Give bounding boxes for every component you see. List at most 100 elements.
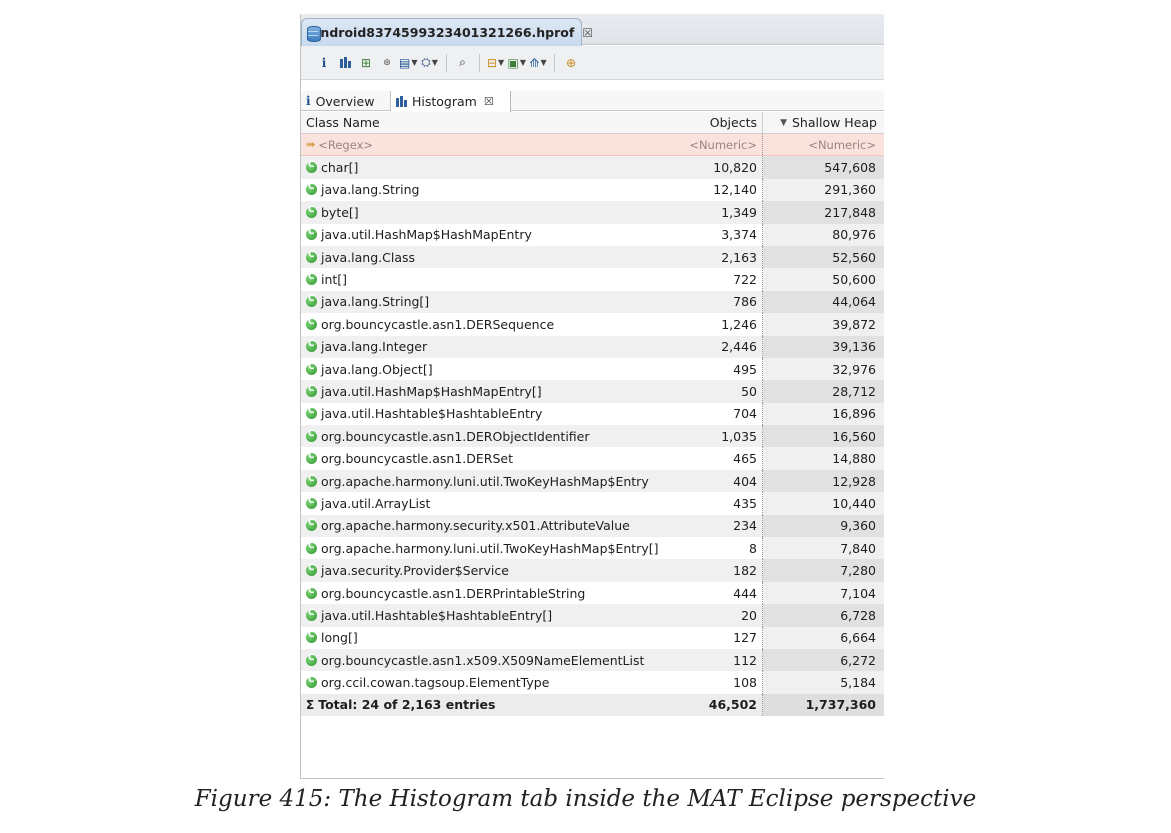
- histogram-table: Class Name Objects ▼ Shallow Heap ⇛ <Reg…: [301, 112, 884, 717]
- export-icon[interactable]: ⟰ ▼: [529, 53, 547, 73]
- shallow-heap-cell: 9,360: [763, 514, 884, 538]
- class-name: java.security.Provider$Service: [321, 563, 509, 579]
- filter-row: ⇛ <Regex> <Numeric> <Numeric>: [301, 134, 884, 157]
- close-icon[interactable]: ☒: [582, 26, 593, 40]
- thread-overview-icon[interactable]: ▤ ▼: [399, 53, 418, 73]
- filter-icon: ⇛: [306, 138, 316, 152]
- table-row[interactable]: java.util.ArrayList 43510,440: [301, 492, 884, 515]
- search-icon[interactable]: ⌕: [454, 53, 472, 73]
- table-row[interactable]: java.util.HashMap$HashMapEntry[] 5028,712: [301, 380, 884, 403]
- calculate-retained-icon[interactable]: ▣ ▼: [508, 53, 527, 73]
- class-icon: [306, 608, 317, 621]
- class-icon: [306, 630, 317, 644]
- class-name-cell: java.util.Hashtable$HashtableEntry[]: [301, 604, 679, 626]
- objects-cell: 704: [679, 402, 763, 426]
- table-row[interactable]: char[] 10,820547,608: [301, 156, 884, 179]
- overview-info-icon[interactable]: i: [315, 53, 333, 73]
- class-name: org.apache.harmony.luni.util.TwoKeyHashM…: [321, 540, 659, 556]
- table-row[interactable]: java.lang.Class 2,16352,560: [301, 245, 884, 269]
- shallow-heap-cell: 50,600: [763, 268, 884, 291]
- class-name-cell: org.bouncycastle.asn1.DERSet: [301, 447, 679, 469]
- class-name-cell: long[]: [301, 627, 679, 649]
- objects-cell: 444: [679, 581, 763, 605]
- shallow-heap-filter-input[interactable]: <Numeric>: [763, 134, 884, 155]
- tab-overview[interactable]: i Overview: [301, 91, 391, 111]
- table-row[interactable]: org.bouncycastle.asn1.DERPrintableString…: [301, 581, 884, 605]
- objects-cell: 8: [679, 537, 763, 560]
- run-report-icon[interactable]: ⛭ ▼: [421, 53, 439, 73]
- tab-overview-label: Overview: [315, 93, 375, 109]
- table-row[interactable]: java.lang.Integer 2,44639,136: [301, 335, 884, 358]
- shallow-heap-cell: 14,880: [763, 447, 884, 470]
- objects-cell: 1,349: [679, 201, 763, 224]
- table-row[interactable]: org.apache.harmony.security.x501.Attribu…: [301, 514, 884, 538]
- class-name-cell: java.util.Hashtable$HashtableEntry: [301, 403, 679, 425]
- class-icon: [306, 250, 317, 263]
- shallow-heap-cell: 16,896: [763, 402, 884, 426]
- table-row[interactable]: int[] 72250,600: [301, 268, 884, 291]
- column-header-objects[interactable]: Objects: [679, 112, 763, 133]
- close-icon[interactable]: ☒: [484, 95, 494, 108]
- column-header-class-name[interactable]: Class Name: [301, 112, 679, 133]
- compare-icon[interactable]: ⊕: [562, 53, 580, 73]
- table-row[interactable]: org.bouncycastle.asn1.x509.X509NameEleme…: [301, 648, 884, 672]
- table-row[interactable]: org.apache.harmony.luni.util.TwoKeyHashM…: [301, 469, 884, 493]
- objects-cell: 234: [679, 514, 763, 538]
- class-name-cell: org.bouncycastle.asn1.DERPrintableString: [301, 582, 679, 604]
- objects-cell: 404: [679, 469, 763, 493]
- class-icon: [306, 362, 317, 375]
- shallow-heap-cell: 44,064: [763, 290, 884, 314]
- class-name-cell: java.lang.String: [301, 179, 679, 201]
- table-row[interactable]: java.lang.String[] 78644,064: [301, 290, 884, 314]
- objects-cell: 3,374: [679, 223, 763, 246]
- regex-filter-input[interactable]: ⇛ <Regex>: [301, 134, 679, 155]
- class-icon: [306, 586, 317, 599]
- shallow-heap-cell: 16,560: [763, 425, 884, 448]
- table-row[interactable]: org.bouncycastle.asn1.DERSequence 1,24639…: [301, 313, 884, 336]
- class-name-cell: char[]: [301, 156, 679, 178]
- objects-cell: 435: [679, 492, 763, 515]
- class-name: java.lang.String[]: [321, 294, 430, 310]
- objects-cell: 10,820: [679, 156, 763, 179]
- class-name-cell: java.util.ArrayList: [301, 492, 679, 514]
- shallow-heap-cell: 6,272: [763, 648, 884, 672]
- table-row[interactable]: java.security.Provider$Service 1827,280: [301, 559, 884, 582]
- table-row[interactable]: org.apache.harmony.luni.util.TwoKeyHashM…: [301, 537, 884, 560]
- shallow-heap-cell: 39,136: [763, 335, 884, 358]
- table-row[interactable]: org.ccil.cowan.tagsoup.ElementType 1085,1…: [301, 671, 884, 694]
- table-row[interactable]: long[] 1276,664: [301, 626, 884, 649]
- total-shallow-heap: 1,737,360: [763, 693, 884, 717]
- objects-cell: 127: [679, 626, 763, 649]
- objects-cell: 112: [679, 648, 763, 672]
- table-row[interactable]: java.util.Hashtable$HashtableEntry 70416,…: [301, 402, 884, 426]
- histogram-icon[interactable]: [336, 53, 354, 73]
- objects-cell: 182: [679, 559, 763, 582]
- class-icon: [306, 317, 317, 330]
- histogram-icon: [396, 96, 407, 107]
- tab-histogram[interactable]: Histogram ☒: [391, 91, 511, 112]
- objects-filter-input[interactable]: <Numeric>: [679, 134, 763, 156]
- class-name: java.util.HashMap$HashMapEntry: [321, 227, 532, 243]
- column-header-shallow-heap[interactable]: ▼ Shallow Heap: [763, 112, 884, 133]
- dominator-tree-icon[interactable]: ⊞: [357, 53, 375, 73]
- class-name: java.lang.Object[]: [321, 361, 433, 377]
- shallow-heap-cell: 12,928: [763, 469, 884, 493]
- class-name-cell: byte[]: [301, 201, 679, 223]
- objects-cell: 50: [679, 380, 763, 403]
- class-name: byte[]: [321, 204, 359, 220]
- table-row[interactable]: java.lang.String 12,140291,360: [301, 178, 884, 202]
- class-name: org.apache.harmony.security.x501.Attribu…: [321, 518, 630, 534]
- table-row[interactable]: java.lang.Object[] 49532,976: [301, 357, 884, 381]
- oql-icon[interactable]: ⊛: [378, 53, 396, 73]
- editor-tab-hprof[interactable]: android8374599323401321266.hprof ☒: [301, 18, 593, 46]
- objects-cell: 1,246: [679, 313, 763, 336]
- table-row[interactable]: java.util.HashMap$HashMapEntry 3,37480,97…: [301, 223, 884, 246]
- table-row[interactable]: org.bouncycastle.asn1.DERObjectIdentifie…: [301, 425, 884, 448]
- group-by-icon[interactable]: ⊟ ▼: [487, 53, 505, 73]
- class-icon: [306, 675, 317, 689]
- table-row[interactable]: java.util.Hashtable$HashtableEntry[] 206,…: [301, 604, 884, 627]
- tab-histogram-label: Histogram: [412, 94, 477, 109]
- table-row[interactable]: org.bouncycastle.asn1.DERSet 46514,880: [301, 447, 884, 470]
- class-name-cell: org.apache.harmony.security.x501.Attribu…: [301, 515, 679, 537]
- table-row[interactable]: byte[] 1,349217,848: [301, 201, 884, 224]
